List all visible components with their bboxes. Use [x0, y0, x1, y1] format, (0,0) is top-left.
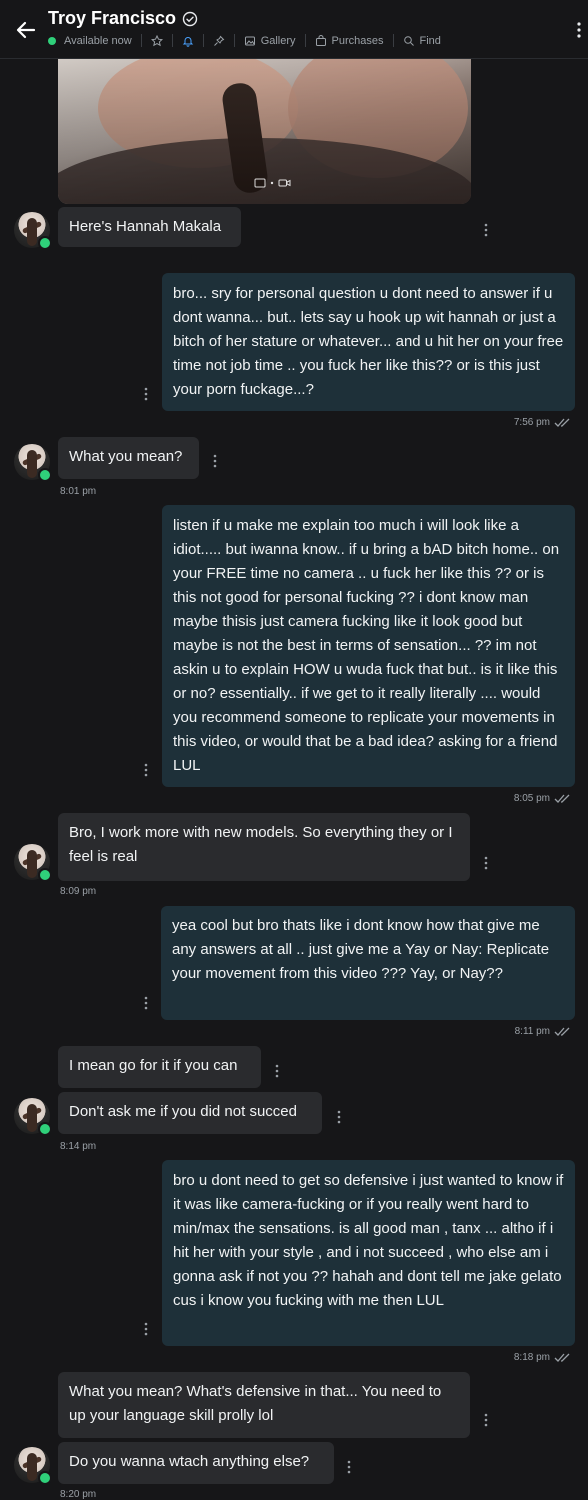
double-check-icon	[554, 1027, 570, 1036]
find-link[interactable]: Find	[403, 35, 441, 47]
verified-icon	[182, 11, 198, 26]
message-timestamp: 8:14 pm	[60, 1141, 97, 1152]
message-bubble-outgoing[interactable]: listen if u make me explain too much i w…	[162, 505, 575, 787]
star-icon[interactable]	[150, 34, 163, 47]
message-timestamp: 8:18 pm	[514, 1352, 572, 1363]
message-bubble-outgoing[interactable]: bro u dont need to get so defensive i ju…	[162, 1160, 575, 1346]
double-check-icon	[554, 794, 570, 803]
kebab-icon[interactable]	[484, 1413, 488, 1427]
purchases-icon	[315, 34, 326, 46]
message-timestamp: 7:56 pm	[514, 417, 572, 428]
find-label: Find	[419, 34, 441, 47]
online-indicator	[48, 36, 56, 45]
kebab-icon[interactable]	[144, 763, 148, 777]
message-text: I mean go for it if you can	[69, 1057, 238, 1074]
kebab-icon[interactable]	[275, 1064, 279, 1078]
double-check-icon	[554, 418, 570, 427]
online-dot	[38, 468, 52, 482]
message-text: What you mean? What's defensive in that.…	[69, 1383, 442, 1424]
pin-icon[interactable]	[213, 35, 225, 47]
message-text: bro u dont need to get so defensive i ju…	[173, 1172, 564, 1309]
message-text: yea cool but bro thats like i dont know …	[172, 917, 550, 982]
message-bubble-outgoing[interactable]: yea cool but bro thats like i dont know …	[161, 906, 575, 1020]
message-bubble-incoming[interactable]: What you mean?	[58, 437, 199, 479]
message-text: Here's Hannah Makala	[69, 218, 222, 235]
double-check-icon	[554, 1353, 570, 1362]
search-icon	[403, 35, 414, 46]
online-dot	[38, 1122, 52, 1136]
message-bubble-incoming[interactable]: I mean go for it if you can	[58, 1046, 261, 1088]
kebab-icon[interactable]	[347, 1460, 351, 1474]
message-text: What you mean?	[69, 448, 183, 465]
message-text: bro... sry for personal question u dont …	[173, 285, 564, 398]
message-bubble-outgoing[interactable]: bro... sry for personal question u dont …	[162, 273, 575, 411]
online-dot	[38, 868, 52, 882]
kebab-icon[interactable]	[213, 454, 217, 468]
bell-icon[interactable]	[182, 35, 194, 47]
kebab-icon[interactable]	[484, 223, 488, 237]
message-bubble-incoming[interactable]: Do you wanna wtach anything else?	[58, 1442, 334, 1484]
online-dot	[38, 236, 52, 250]
chat-header: Troy Francisco Available now Gallery Pur…	[0, 0, 588, 59]
message-timestamp: 8:20 pm	[60, 1489, 97, 1500]
message-text: Don't ask me if you did not succed	[69, 1103, 297, 1120]
kebab-icon[interactable]	[337, 1110, 341, 1124]
message-text: Bro, I work more with new models. So eve…	[69, 824, 453, 865]
kebab-icon[interactable]	[144, 1322, 148, 1336]
message-bubble-incoming[interactable]: What you mean? What's defensive in that.…	[58, 1372, 470, 1438]
message-bubble-incoming[interactable]: Don't ask me if you did not succed	[58, 1092, 322, 1134]
media-badge	[254, 178, 291, 188]
contact-name[interactable]: Troy Francisco	[48, 8, 176, 29]
message-timestamp: 8:01 pm	[60, 486, 97, 497]
video-icon	[278, 179, 291, 187]
kebab-icon[interactable]	[144, 996, 148, 1010]
photo-icon	[254, 178, 266, 188]
purchases-link[interactable]: Purchases	[315, 35, 384, 47]
gallery-label: Gallery	[260, 34, 296, 47]
purchases-label: Purchases	[331, 34, 384, 47]
media-thumbnail[interactable]	[58, 58, 471, 204]
header-toolbar: Available now Gallery Purchases Find	[48, 34, 441, 47]
message-timestamp: 8:09 pm	[60, 886, 97, 897]
kebab-icon[interactable]	[484, 856, 488, 870]
kebab-icon[interactable]	[144, 387, 148, 401]
back-arrow-icon[interactable]	[14, 18, 38, 42]
message-text: listen if u make me explain too much i w…	[173, 517, 560, 774]
kebab-icon[interactable]	[576, 20, 582, 40]
message-text: Do you wanna wtach anything else?	[69, 1453, 310, 1470]
status-text: Available now	[64, 34, 132, 47]
message-bubble-incoming[interactable]: Bro, I work more with new models. So eve…	[58, 813, 470, 881]
gallery-link[interactable]: Gallery	[244, 35, 296, 47]
message-timestamp: 8:05 pm	[514, 793, 572, 804]
gallery-icon	[244, 36, 255, 45]
message-bubble-incoming[interactable]: Here's Hannah Makala	[58, 207, 241, 247]
online-dot	[38, 1471, 52, 1485]
message-timestamp: 8:11 pm	[515, 1026, 572, 1037]
